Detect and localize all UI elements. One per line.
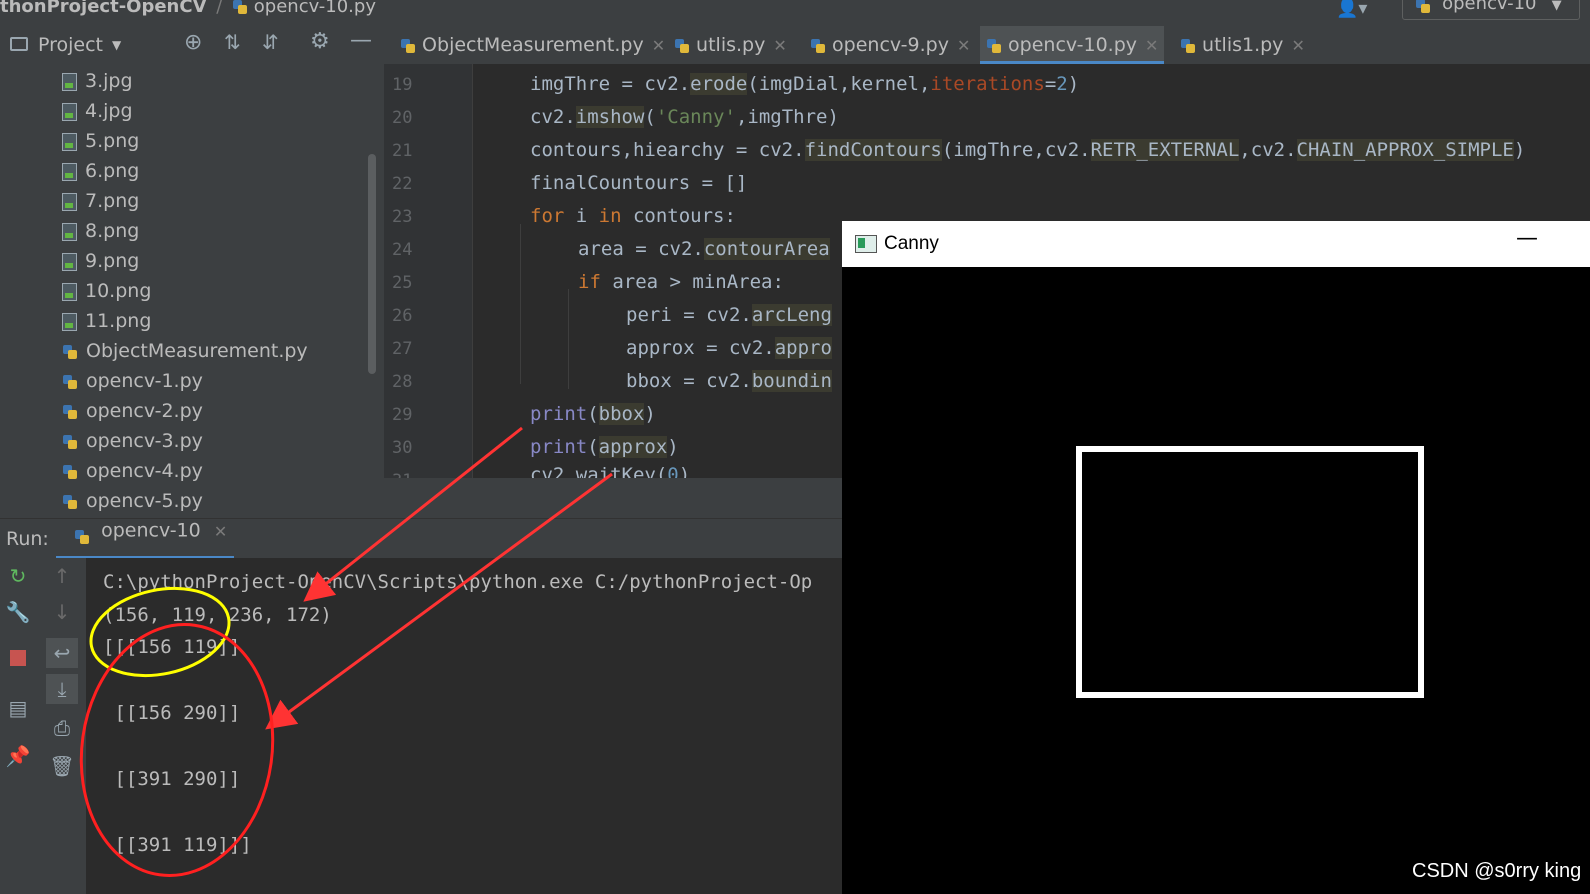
annotation-overlay: [79, 426, 613, 877]
highlight-circle-red: [79, 623, 275, 877]
annotation-arrow: [303, 426, 523, 602]
annotation-arrow: [265, 472, 613, 730]
